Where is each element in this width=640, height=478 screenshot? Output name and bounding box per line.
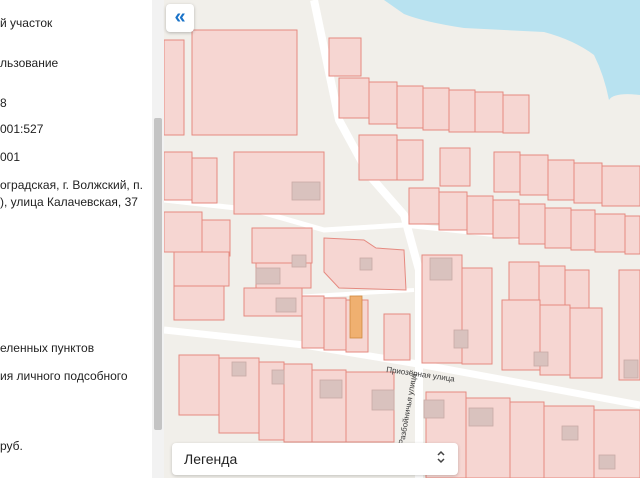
- cadastral-map[interactable]: Приозёрная улица Разбойничья улица: [164, 0, 640, 478]
- building: [423, 399, 445, 419]
- land-plot: [396, 139, 424, 181]
- building: [561, 425, 579, 441]
- land-plot: [547, 159, 575, 201]
- building: [255, 267, 281, 285]
- info-line-type: й участок: [0, 16, 53, 30]
- land-plot: [164, 151, 193, 201]
- land-plot: [624, 215, 640, 255]
- info-line-permitted-use: ия личного подсобного: [0, 369, 128, 383]
- info-line-area: 8: [0, 96, 7, 110]
- land-plot: [173, 251, 230, 287]
- land-plot: [448, 89, 476, 133]
- land-plot: [358, 134, 398, 181]
- building: [371, 389, 395, 411]
- legend-dropdown[interactable]: Легенда: [172, 443, 458, 475]
- land-plot: [191, 29, 298, 136]
- info-line-cost: руб.: [0, 439, 23, 453]
- land-plot: [178, 354, 220, 416]
- land-plot: [564, 269, 590, 311]
- land-plot: [569, 307, 603, 379]
- land-plot: [396, 85, 424, 129]
- panel-scrollbar-thumb[interactable]: [154, 118, 162, 430]
- info-line-quarter: 001: [0, 150, 21, 164]
- building: [319, 379, 343, 399]
- building: [349, 295, 363, 339]
- land-plot: [518, 203, 546, 245]
- land-plot: [601, 165, 640, 207]
- land-plot: [323, 297, 347, 351]
- land-plot: [519, 154, 549, 196]
- land-plot: [438, 191, 468, 231]
- legend-label: Легенда: [184, 451, 238, 467]
- building: [231, 361, 247, 377]
- land-plot: [191, 157, 218, 204]
- land-plot: [509, 401, 545, 478]
- building: [453, 329, 469, 349]
- building: [598, 454, 616, 470]
- map-canvas[interactable]: Приозёрная улица Разбойничья улица: [164, 0, 640, 478]
- land-plot: [173, 285, 225, 321]
- double-chevron-left-icon: «: [174, 6, 186, 28]
- land-plot: [573, 162, 603, 204]
- land-plot: [544, 207, 572, 249]
- land-plot: [508, 261, 540, 303]
- collapse-panel-button[interactable]: «: [166, 4, 194, 32]
- land-plot: [383, 313, 411, 361]
- land-plot: [502, 94, 530, 134]
- building: [271, 369, 285, 385]
- land-plot: [164, 211, 203, 253]
- land-plot: [461, 267, 493, 365]
- building: [359, 257, 373, 271]
- building: [291, 254, 307, 268]
- land-plot: [283, 363, 313, 443]
- water-body: [384, 0, 640, 100]
- land-plot: [538, 265, 566, 307]
- building: [468, 407, 494, 427]
- info-line-category: еленных пунктов: [0, 341, 95, 355]
- land-plot: [301, 295, 325, 349]
- info-line-cadastral-number: 001:527: [0, 122, 44, 136]
- land-plot: [492, 199, 520, 239]
- chevron-up-down-icon: [436, 449, 446, 466]
- land-plot: [422, 87, 450, 131]
- land-plot: [466, 195, 494, 235]
- land-plot: [543, 405, 595, 478]
- info-line-usage: льзование: [0, 56, 59, 70]
- land-plot: [368, 81, 398, 125]
- land-plot: [164, 39, 185, 136]
- building: [291, 181, 321, 201]
- info-line-address-1: оградская, г. Волжский, п.: [0, 178, 143, 192]
- building: [623, 359, 639, 379]
- land-plot: [570, 209, 596, 251]
- building: [429, 257, 453, 281]
- land-plot: [439, 147, 471, 187]
- building: [533, 351, 549, 367]
- info-panel: й участок льзование 8 001:527 001 оградс…: [0, 0, 152, 478]
- selected-land-plot: [594, 213, 626, 253]
- land-plot: [201, 219, 231, 257]
- info-line-address-2: ), улица Калачевская, 37: [0, 195, 138, 209]
- land-plot: [408, 187, 440, 225]
- land-plot: [328, 37, 362, 77]
- land-plot: [493, 151, 521, 193]
- building: [275, 297, 297, 313]
- land-plot: [474, 91, 504, 133]
- land-plot: [338, 77, 370, 119]
